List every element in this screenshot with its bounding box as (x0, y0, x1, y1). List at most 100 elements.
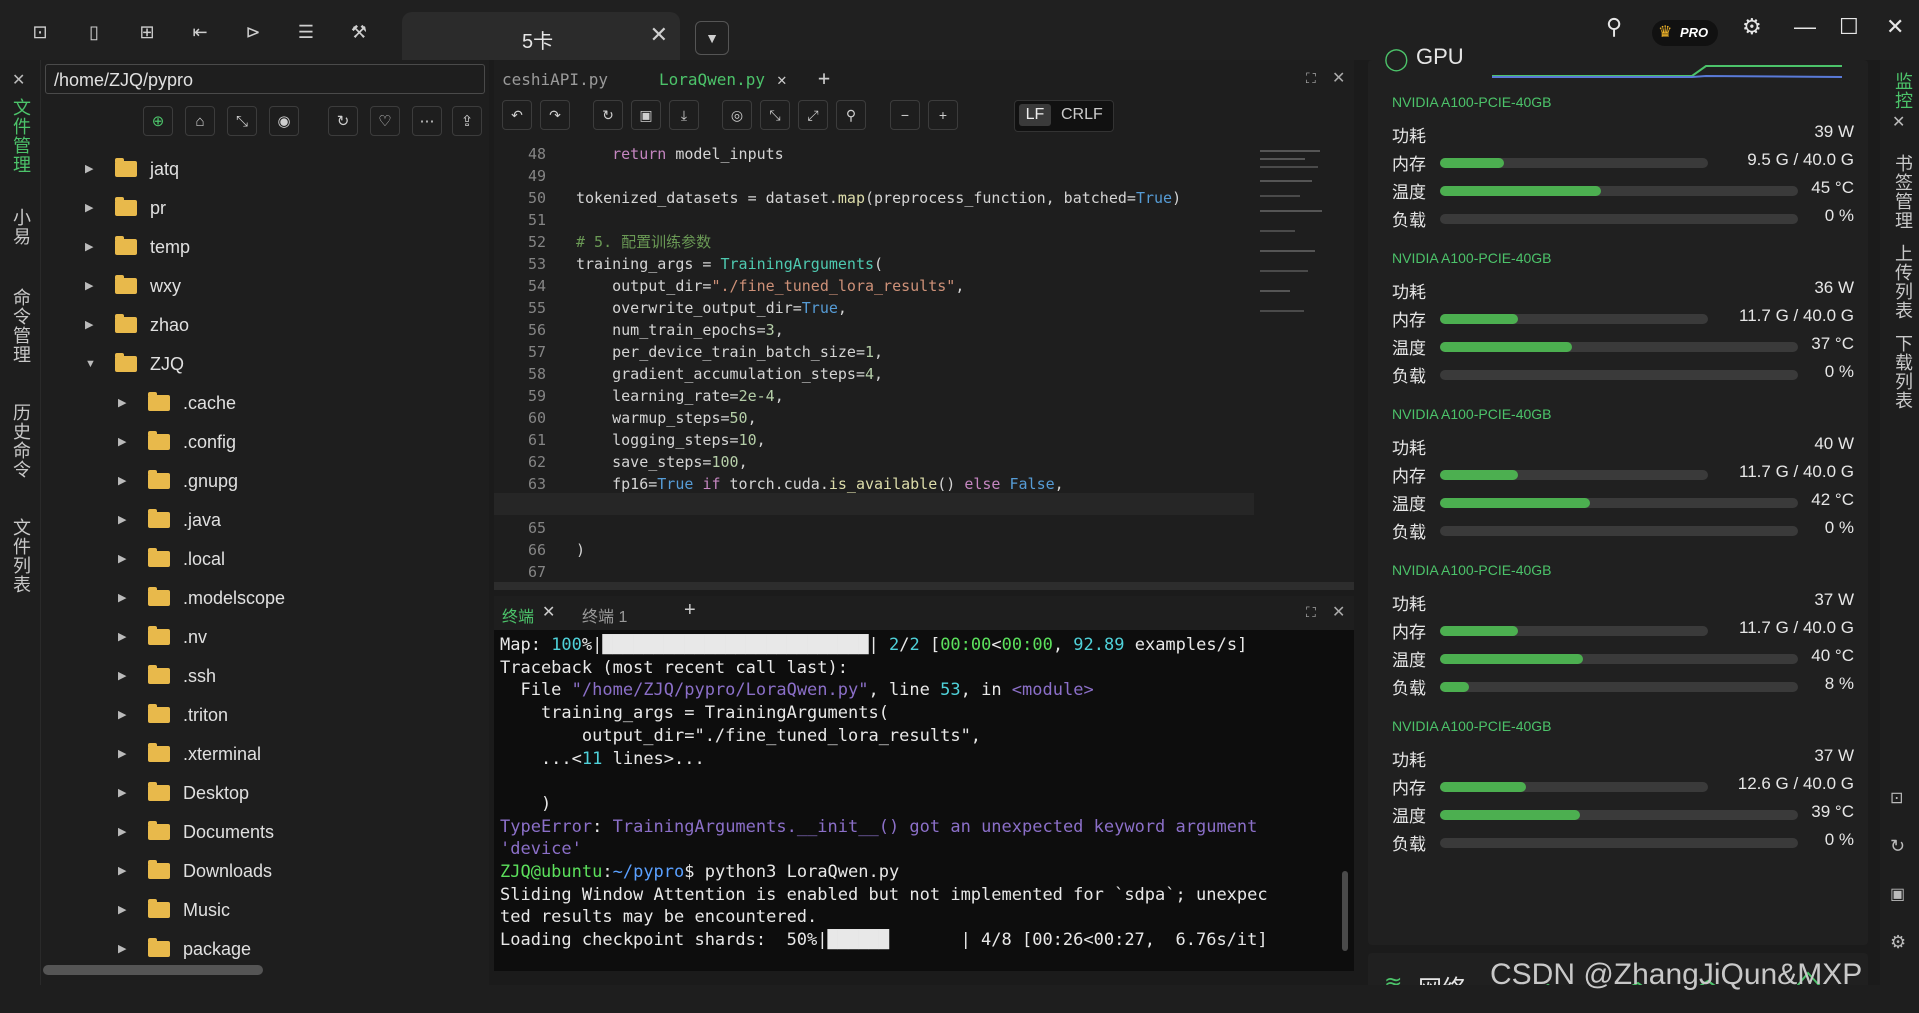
search-icon[interactable]: ⚲ (1606, 14, 1622, 40)
tab-command-history[interactable]: 历史命令 (8, 403, 34, 479)
locate-icon[interactable]: ⊕ (143, 106, 173, 136)
caret-right-icon[interactable]: ▶ (85, 271, 93, 301)
minimize-icon[interactable]: — (1794, 14, 1816, 40)
tab-ceshiapi[interactable]: ceshiAPI.py (502, 70, 608, 89)
tree-item[interactable]: ▶ temp (41, 232, 481, 262)
save-icon[interactable]: ▣ (1890, 884, 1905, 904)
close-icon[interactable]: ✕ (12, 70, 25, 90)
editor-scrollbar[interactable] (494, 582, 1354, 590)
code-line[interactable]: 53 training_args = TrainingArguments( (494, 253, 1254, 275)
terminal-icon[interactable]: ⊡ (26, 18, 54, 46)
caret-right-icon[interactable]: ▶ (118, 895, 126, 925)
expand-arrows-icon[interactable]: ⤢ (798, 100, 828, 130)
code-line[interactable]: 65 (494, 517, 1254, 539)
code-line[interactable]: 60 warmup_steps=50, (494, 407, 1254, 429)
tree-item[interactable]: ▶ Desktop (41, 778, 481, 808)
tree-item[interactable]: ▶ .triton (41, 700, 481, 730)
code-line[interactable]: 50 tokenized_datasets = dataset.map(prepr… (494, 187, 1254, 209)
tree-item[interactable]: ▶ .modelscope (41, 583, 481, 613)
session-tab[interactable]: 5卡 ✕ (402, 12, 680, 60)
tree-item[interactable]: ▶ .java (41, 505, 481, 535)
tree-item[interactable]: ▶ .local (41, 544, 481, 574)
tree-item[interactable]: ▶ .xterminal (41, 739, 481, 769)
reload-icon[interactable]: ↻ (593, 100, 623, 130)
caret-right-icon[interactable]: ▶ (118, 427, 126, 457)
wrench-icon[interactable]: ⚒ (345, 18, 373, 46)
tab-command-manager[interactable]: 命令管理 (8, 288, 34, 364)
collapse-icon[interactable]: ⤡ (227, 106, 257, 136)
search-icon[interactable]: ⚲ (836, 100, 866, 130)
code-line[interactable]: 49 (494, 165, 1254, 187)
redo-icon[interactable]: ↷ (540, 100, 570, 130)
zoom-out-icon[interactable]: − (890, 100, 920, 130)
tab-xiaoyi[interactable]: 小易 (8, 208, 34, 246)
close-icon[interactable]: ✕ (777, 70, 787, 89)
caret-right-icon[interactable]: ▶ (118, 622, 126, 652)
caret-right-icon[interactable]: ▶ (118, 739, 126, 769)
tab-monitor[interactable]: 监控 (1890, 72, 1916, 110)
heart-icon[interactable]: ♡ (370, 106, 400, 136)
code-line[interactable]: 61 logging_steps=10, (494, 429, 1254, 451)
caret-right-icon[interactable]: ▶ (118, 583, 126, 613)
expand-icon[interactable]: ⛶ (1306, 70, 1316, 87)
code-line[interactable]: 51 (494, 209, 1254, 231)
caret-down-icon[interactable]: ▼ (85, 349, 96, 379)
caret-right-icon[interactable]: ▶ (85, 232, 93, 262)
collapse-icon[interactable]: ⤡ (760, 100, 790, 130)
caret-right-icon[interactable]: ▶ (118, 934, 126, 964)
caret-right-icon[interactable]: ▶ (118, 466, 126, 496)
close-icon[interactable]: ✕ (542, 602, 555, 622)
tree-icon[interactable]: ⇤ (186, 18, 214, 46)
code-line[interactable]: 67 (494, 561, 1254, 583)
gear-icon[interactable]: ⚙ (1742, 14, 1762, 40)
tree-item[interactable]: ▶ .ssh (41, 661, 481, 691)
terminal-icon[interactable]: ⊡ (1890, 788, 1903, 808)
tree-item[interactable]: ▶ package (41, 934, 481, 964)
tab-loraqwen[interactable]: LoraQwen.py (659, 70, 765, 89)
caret-right-icon[interactable]: ▶ (118, 388, 126, 418)
code-line[interactable]: 57 per_device_train_batch_size=1, (494, 341, 1254, 363)
tree-item[interactable]: ▶ .nv (41, 622, 481, 652)
expand-icon[interactable]: ⛶ (1306, 604, 1316, 621)
minimap[interactable] (1254, 140, 1334, 360)
list-icon[interactable]: ☰ (292, 18, 320, 46)
eol-lf-button[interactable]: LF (1019, 104, 1051, 126)
tree-item[interactable]: ▼ ZJQ (41, 349, 481, 379)
tree-item[interactable]: ▶ Downloads (41, 856, 481, 886)
window-close-icon[interactable]: ✕ (1886, 14, 1904, 40)
refresh-icon[interactable]: ↻ (1890, 836, 1905, 857)
code-line[interactable]: 54 output_dir="./fine_tuned_lora_results… (494, 275, 1254, 297)
code-line[interactable]: 66) (494, 539, 1254, 561)
tab-bookmarks[interactable]: 书签管理 (1890, 154, 1916, 230)
caret-right-icon[interactable]: ▶ (118, 817, 126, 847)
caret-right-icon[interactable]: ▶ (85, 193, 93, 223)
compass-icon[interactable]: ◎ (722, 100, 752, 130)
upload-icon[interactable]: ⇪ (452, 106, 482, 136)
tree-item[interactable]: ▶ Documents (41, 817, 481, 847)
code-line[interactable]: 58 gradient_accumulation_steps=4, (494, 363, 1254, 385)
terminal-scrollbar[interactable] (1342, 871, 1348, 951)
tab-terminal-1[interactable]: 终端 1 (582, 603, 627, 627)
path-input[interactable]: /home/ZJQ/pypro (45, 64, 485, 94)
tab-upload-list[interactable]: 上传列表 (1890, 244, 1916, 320)
tree-item[interactable]: ▶ .cache (41, 388, 481, 418)
more-icon[interactable]: ⋯ (412, 106, 442, 136)
eye-icon[interactable]: ◉ (269, 106, 299, 136)
code-line[interactable]: 59 learning_rate=2e-4, (494, 385, 1254, 407)
tree-item[interactable]: ▶ zhao (41, 310, 481, 340)
undo-icon[interactable]: ↶ (502, 100, 532, 130)
code-line[interactable]: 62 save_steps=100, (494, 451, 1254, 473)
tab-download-list[interactable]: 下载列表 (1890, 334, 1916, 410)
caret-right-icon[interactable]: ▶ (118, 778, 126, 808)
caret-right-icon[interactable]: ▶ (118, 856, 126, 886)
layout-icon[interactable]: ⊞ (133, 18, 161, 46)
tree-item[interactable]: ▶ .gnupg (41, 466, 481, 496)
zoom-in-icon[interactable]: + (928, 100, 958, 130)
add-tab-icon[interactable]: + (684, 599, 696, 622)
maximize-icon[interactable]: ☐ (1839, 14, 1859, 40)
save-icon[interactable]: ▣ (631, 100, 661, 130)
tab-terminal[interactable]: 终端 (502, 603, 534, 627)
close-icon[interactable]: ✕ (650, 22, 668, 48)
file-icon[interactable]: ▯ (80, 18, 108, 46)
refresh-icon[interactable]: ↻ (328, 106, 358, 136)
